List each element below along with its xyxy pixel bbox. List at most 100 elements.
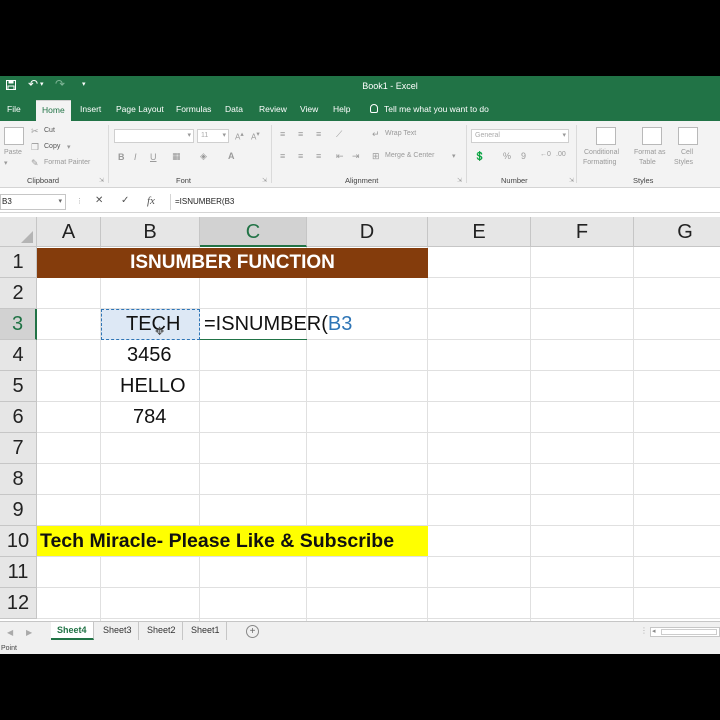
- tab-help[interactable]: Help: [333, 104, 350, 114]
- cancel-icon[interactable]: ✕: [95, 195, 103, 206]
- horizontal-scrollbar[interactable]: ◂: [650, 627, 720, 637]
- copy-icon[interactable]: ❐: [31, 142, 39, 153]
- format-painter-icon[interactable]: ✎: [31, 158, 39, 169]
- column-header-f[interactable]: F: [531, 217, 634, 247]
- copy-button[interactable]: Copy: [44, 143, 60, 150]
- tab-split-handle-icon[interactable]: ⋮: [640, 626, 648, 635]
- row-header-6[interactable]: 6: [0, 402, 37, 433]
- merge-center-icon[interactable]: ⊞: [372, 151, 380, 162]
- decrease-font-icon[interactable]: A▾: [251, 130, 260, 142]
- row-header-11[interactable]: 11: [0, 557, 37, 588]
- number-launcher-icon[interactable]: ⇲: [569, 177, 574, 184]
- decrease-indent-icon[interactable]: ⇤: [336, 151, 344, 162]
- insert-function-icon[interactable]: fx: [147, 195, 155, 207]
- alignment-launcher-icon[interactable]: ⇲: [457, 177, 462, 184]
- formula-bar-grip-icon[interactable]: ⋮: [76, 197, 83, 205]
- align-bottom-icon[interactable]: ≡: [316, 129, 321, 139]
- tell-me-search[interactable]: Tell me what you want to do: [370, 104, 489, 114]
- borders-icon[interactable]: ▦: [172, 151, 181, 162]
- enter-icon[interactable]: ✓: [121, 195, 129, 206]
- column-header-b[interactable]: B: [101, 217, 200, 247]
- select-all-button[interactable]: [0, 217, 37, 247]
- row-header-3[interactable]: 3: [0, 309, 37, 340]
- sheet-tab-sheet2[interactable]: Sheet2: [141, 622, 183, 640]
- align-left-icon[interactable]: ≡: [280, 151, 285, 161]
- paste-dropdown-icon[interactable]: ▾: [4, 159, 8, 167]
- font-color-icon[interactable]: A: [228, 151, 235, 161]
- wrap-text-button[interactable]: Wrap Text: [385, 130, 416, 137]
- worksheet-grid[interactable]: A B C D E F G 1 2 3 4 5 6 7 8 9 10 11 12: [0, 217, 720, 621]
- column-header-e[interactable]: E: [428, 217, 531, 247]
- tab-review[interactable]: Review: [259, 104, 287, 114]
- bold-button[interactable]: B: [118, 152, 125, 162]
- cell-styles-icon[interactable]: [678, 127, 698, 145]
- conditional-formatting-line1[interactable]: Conditional: [584, 149, 619, 156]
- increase-indent-icon[interactable]: ⇥: [352, 151, 360, 162]
- cut-icon[interactable]: ✂: [31, 126, 39, 137]
- cell-styles-line2[interactable]: Styles: [674, 159, 693, 166]
- prev-sheet-icon[interactable]: ◀: [7, 628, 13, 637]
- format-as-table-line2[interactable]: Table: [639, 159, 656, 166]
- row-header-4[interactable]: 4: [0, 340, 37, 371]
- row-header-8[interactable]: 8: [0, 464, 37, 495]
- conditional-formatting-icon[interactable]: [596, 127, 616, 145]
- paste-button[interactable]: Paste: [4, 149, 22, 156]
- format-as-table-icon[interactable]: [642, 127, 662, 145]
- format-painter-button[interactable]: Format Painter: [44, 159, 90, 166]
- column-header-d[interactable]: D: [307, 217, 428, 247]
- orientation-icon[interactable]: ⟋: [336, 129, 342, 140]
- align-right-icon[interactable]: ≡: [316, 151, 321, 161]
- increase-font-icon[interactable]: A▴: [235, 130, 244, 142]
- column-header-c[interactable]: C: [200, 217, 307, 247]
- italic-button[interactable]: I: [134, 152, 137, 162]
- number-format-select[interactable]: General: [471, 129, 569, 143]
- merge-center-button[interactable]: Merge & Center: [385, 152, 434, 159]
- fill-color-icon[interactable]: ◈: [200, 151, 207, 162]
- copy-dropdown-icon[interactable]: ▾: [67, 143, 71, 151]
- tab-data[interactable]: Data: [225, 104, 243, 114]
- align-top-icon[interactable]: ≡: [280, 129, 285, 139]
- name-box[interactable]: B3 ▾: [0, 194, 66, 210]
- percent-button[interactable]: %: [503, 151, 511, 161]
- tab-view[interactable]: View: [300, 104, 318, 114]
- wrap-text-icon[interactable]: ↵: [372, 129, 380, 140]
- scroll-left-icon[interactable]: ◂: [652, 627, 656, 635]
- add-sheet-icon[interactable]: +: [246, 625, 259, 638]
- merge-dropdown-icon[interactable]: ▾: [452, 152, 456, 160]
- row-header-7[interactable]: 7: [0, 433, 37, 464]
- align-center-icon[interactable]: ≡: [298, 151, 303, 161]
- name-box-dropdown-icon[interactable]: ▾: [58, 197, 62, 205]
- tab-home[interactable]: Home: [36, 100, 71, 121]
- tab-file[interactable]: File: [7, 104, 21, 114]
- column-header-g[interactable]: G: [634, 217, 720, 247]
- conditional-formatting-line2[interactable]: Formatting: [583, 159, 616, 166]
- font-launcher-icon[interactable]: ⇲: [262, 177, 267, 184]
- sheet-tab-sheet1[interactable]: Sheet1: [185, 622, 227, 640]
- paste-icon[interactable]: [4, 127, 24, 145]
- sheet-tab-sheet3[interactable]: Sheet3: [97, 622, 139, 640]
- scrollbar-thumb[interactable]: [661, 629, 717, 635]
- column-header-a[interactable]: A: [37, 217, 101, 247]
- cut-button[interactable]: Cut: [44, 127, 55, 134]
- sheet-tab-sheet4[interactable]: Sheet4: [51, 622, 94, 640]
- row-header-9[interactable]: 9: [0, 495, 37, 526]
- format-as-table-line1[interactable]: Format as: [634, 149, 666, 156]
- tab-formulas[interactable]: Formulas: [176, 104, 211, 114]
- increase-decimal-icon[interactable]: ←0: [540, 151, 551, 158]
- font-name-select[interactable]: [114, 129, 194, 143]
- row-header-12[interactable]: 12: [0, 588, 37, 619]
- clipboard-launcher-icon[interactable]: ⇲: [99, 177, 104, 184]
- tab-page-layout[interactable]: Page Layout: [116, 104, 164, 114]
- cell-styles-line1[interactable]: Cell: [681, 149, 693, 156]
- align-middle-icon[interactable]: ≡: [298, 129, 303, 139]
- row-header-5[interactable]: 5: [0, 371, 37, 402]
- font-size-select[interactable]: 11: [197, 129, 229, 143]
- comma-style-button[interactable]: 9: [521, 151, 526, 161]
- formula-input[interactable]: =ISNUMBER(B3: [170, 194, 720, 210]
- row-header-2[interactable]: 2: [0, 278, 37, 309]
- tab-insert[interactable]: Insert: [80, 104, 101, 114]
- currency-icon[interactable]: 💲: [474, 151, 485, 162]
- row-header-10[interactable]: 10: [0, 526, 37, 557]
- decrease-decimal-icon[interactable]: .00: [556, 151, 566, 158]
- next-sheet-icon[interactable]: ▶: [26, 628, 32, 637]
